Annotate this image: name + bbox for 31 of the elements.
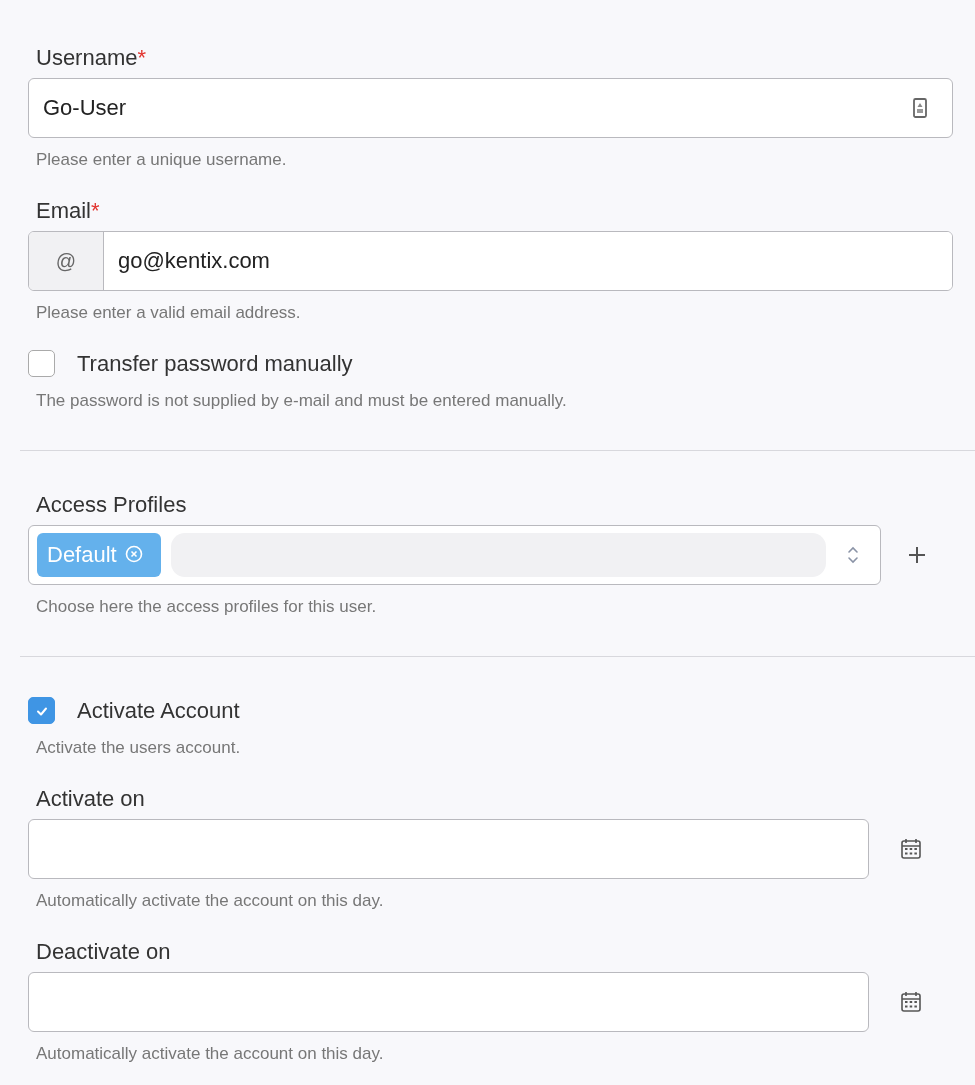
- plus-icon: [907, 545, 927, 565]
- input-field[interactable]: [28, 819, 869, 879]
- help-text: Please enter a unique username.: [35, 149, 288, 171]
- checkbox-label: Transfer password manually: [77, 350, 353, 377]
- checkbox-label: Activate Account: [77, 697, 240, 724]
- field-label: Username: [36, 45, 138, 70]
- calendar-icon: [899, 990, 923, 1014]
- input-field[interactable]: [28, 972, 869, 1032]
- required-mark: *: [91, 198, 100, 223]
- contact-card-icon: [910, 97, 930, 119]
- chevron-updown-icon: [846, 545, 860, 565]
- input-prefix: @: [29, 232, 104, 290]
- text-field[interactable]: Go-User: [28, 78, 953, 138]
- field-label: Email: [36, 198, 91, 223]
- field-label: Access Profiles: [36, 492, 187, 517]
- help-text: Please enter a valid email address.: [35, 302, 302, 324]
- remove-icon: [124, 545, 145, 565]
- checkbox[interactable]: [28, 697, 55, 724]
- checkbox[interactable]: [28, 350, 55, 377]
- help-text: Automatically activate the account on this day.: [35, 1043, 385, 1065]
- input-field[interactable]: Go-User: [29, 95, 910, 121]
- email-field[interactable]: @ go@kentix.com: [28, 231, 953, 291]
- field-label: Activate on: [36, 786, 145, 811]
- field-label: Deactivate on: [36, 939, 171, 964]
- help-text: Choose here the access profiles for this user.: [35, 596, 378, 618]
- help-text: Activate the users account.: [35, 737, 242, 759]
- help-text: Automatically activate the account on this day.: [35, 890, 385, 912]
- help-text: The password is not supplied by e-mail and must be entered manually.: [35, 390, 568, 412]
- calendar-icon: [899, 837, 923, 861]
- tag-label: Default: [47, 542, 117, 568]
- required-mark: *: [137, 45, 147, 70]
